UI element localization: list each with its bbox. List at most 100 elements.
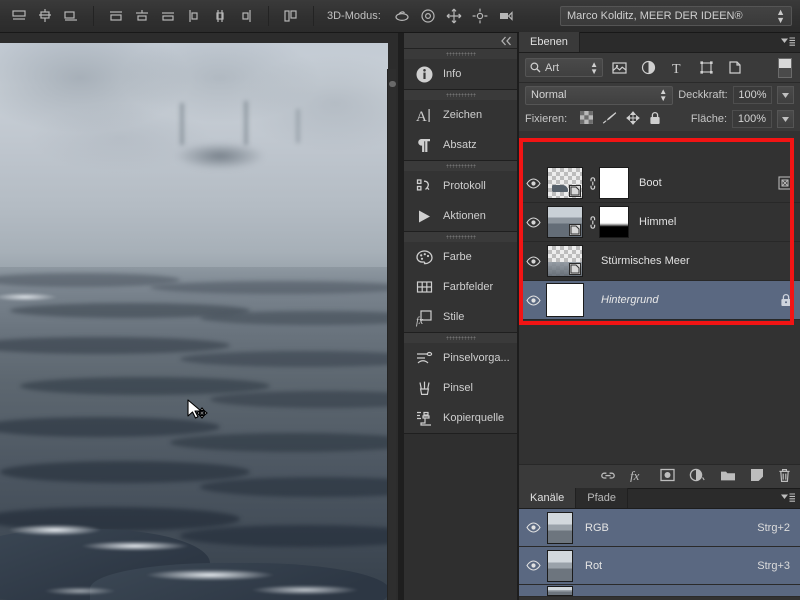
distribute-right-icon[interactable]	[233, 4, 259, 28]
layer-name: Boot	[639, 177, 662, 189]
smart-object-icon[interactable]	[722, 57, 748, 79]
fx-icon[interactable]: fx	[630, 468, 646, 485]
dock-grip[interactable]	[404, 333, 517, 343]
mask-link-icon[interactable]	[583, 215, 599, 229]
document-canvas[interactable]	[0, 33, 398, 600]
channel-thumbnail[interactable]	[547, 585, 573, 596]
table-row[interactable]: Boot	[519, 164, 800, 203]
align-top-icon[interactable]	[6, 4, 32, 28]
toolbar-separator-3	[313, 6, 314, 26]
table-row[interactable]: Hintergrund	[519, 281, 800, 320]
blend-mode-select[interactable]: Normal ▲ ▼	[525, 85, 674, 105]
dock-grip[interactable]	[404, 90, 517, 100]
dock-item-protokoll[interactable]: Protokoll	[404, 171, 517, 201]
dock-item-farbe[interactable]: Farbe	[404, 242, 517, 272]
fill-input[interactable]: 100%	[732, 110, 772, 128]
layer-visibility-toggle[interactable]	[519, 177, 547, 189]
fill-dropdown-button[interactable]	[777, 110, 794, 128]
tab-pfade[interactable]: Pfade	[576, 488, 629, 508]
align-vcenter-icon[interactable]	[32, 4, 58, 28]
pan-3d-icon[interactable]	[441, 4, 467, 28]
list-item[interactable]: Rot Strg+3	[519, 547, 800, 585]
channel-thumbnail[interactable]	[547, 511, 573, 544]
tab-kanaele[interactable]: Kanäle	[519, 488, 577, 508]
lock-icon[interactable]	[649, 111, 661, 128]
smart-filter-icon[interactable]	[778, 176, 792, 190]
layer-mask-thumbnail[interactable]	[599, 206, 629, 238]
list-item[interactable]: RGB Strg+2	[519, 509, 800, 547]
link-icon[interactable]	[600, 469, 616, 485]
filter-kind-select[interactable]: Art ▲ ▼	[525, 58, 603, 77]
info-icon	[413, 63, 435, 85]
trash-icon[interactable]	[778, 468, 791, 486]
layer-mask-thumbnail[interactable]	[599, 167, 629, 199]
checkerboard-icon[interactable]	[580, 111, 594, 127]
dock-group-info: Info	[404, 49, 517, 90]
dock-label: Farbe	[443, 251, 472, 263]
move-arrows-icon[interactable]	[626, 110, 641, 128]
rotate-3d-icon[interactable]	[389, 4, 415, 28]
distribute-left-icon[interactable]	[181, 4, 207, 28]
dock-grip[interactable]	[404, 232, 517, 242]
list-item-partial[interactable]	[519, 585, 800, 597]
layers-panel: Ebenen Art ▲ ▼ T Normal ▲ ▼ Deckkraft: 1…	[518, 32, 800, 499]
text-t-icon[interactable]: T	[664, 57, 690, 79]
camera-3d-icon[interactable]	[493, 4, 519, 28]
channel-visibility-toggle[interactable]	[519, 560, 547, 571]
channel-name: RGB	[585, 521, 609, 534]
dock-group-type: A Zeichen Absatz	[404, 90, 517, 161]
slide-3d-icon[interactable]	[467, 4, 493, 28]
channel-name: Rot	[585, 559, 603, 572]
channel-thumbnail[interactable]	[547, 549, 573, 582]
shape-icon[interactable]	[693, 57, 719, 79]
dock-item-pinselvorgaben[interactable]: Pinselvorga...	[404, 343, 517, 373]
workspace-preset-select[interactable]: Marco Kolditz, MEER DER IDEEN® ▲ ▼	[560, 6, 792, 26]
panel-menu-icon[interactable]	[781, 493, 795, 507]
layer-thumbnail[interactable]	[547, 167, 583, 199]
canvas-vertical-scrollbar[interactable]	[387, 69, 396, 600]
dock-item-kopierquelle[interactable]: Kopierquelle	[404, 403, 517, 433]
channel-visibility-toggle[interactable]	[519, 522, 547, 533]
panel-menu-icon[interactable]	[781, 37, 795, 51]
layer-thumbnail[interactable]	[546, 283, 584, 317]
opacity-input[interactable]: 100%	[732, 86, 773, 104]
layer-visibility-toggle[interactable]	[519, 216, 547, 228]
dock-item-aktionen[interactable]: Aktionen	[404, 201, 517, 231]
align-bottom-icon[interactable]	[58, 4, 84, 28]
dock-item-farbfelder[interactable]: Farbfelder	[404, 272, 517, 302]
new-layer-icon[interactable]	[750, 468, 764, 485]
mask-icon[interactable]	[660, 468, 675, 485]
layer-thumbnail[interactable]	[547, 206, 583, 238]
roll-3d-icon[interactable]	[415, 4, 441, 28]
image-icon[interactable]	[606, 57, 632, 79]
align-left-icon[interactable]	[103, 4, 129, 28]
dock-item-info[interactable]: Info	[404, 59, 517, 89]
table-row[interactable]: Stürmisches Meer	[519, 242, 800, 281]
distribute-center-icon[interactable]	[207, 4, 233, 28]
align-right-icon[interactable]	[155, 4, 181, 28]
scrollbar-thumb[interactable]	[389, 81, 396, 87]
adjustment-circle-icon[interactable]	[635, 57, 661, 79]
layer-visibility-toggle[interactable]	[519, 255, 547, 267]
mask-link-icon[interactable]	[583, 176, 599, 190]
layer-visibility-toggle[interactable]	[519, 294, 547, 306]
dock-grip[interactable]	[404, 161, 517, 171]
opacity-dropdown-button[interactable]	[777, 86, 794, 104]
paragraph-icon	[413, 134, 435, 156]
auto-align-icon[interactable]	[278, 4, 304, 28]
table-row[interactable]: Himmel	[519, 203, 800, 242]
chevron-down-icon	[782, 116, 789, 122]
dock-grip[interactable]	[404, 49, 517, 59]
dock-item-zeichen[interactable]: A Zeichen	[404, 100, 517, 130]
dock-collapse-bar[interactable]	[404, 33, 517, 49]
dock-item-absatz[interactable]: Absatz	[404, 130, 517, 160]
folder-icon[interactable]	[720, 469, 736, 485]
layer-thumbnail[interactable]	[547, 245, 583, 277]
brush-lock-icon[interactable]	[602, 111, 617, 127]
dock-item-pinsel[interactable]: Pinsel	[404, 373, 517, 403]
half-circle-icon[interactable]	[689, 468, 706, 485]
tab-ebenen[interactable]: Ebenen	[519, 32, 580, 52]
align-hcenter-icon[interactable]	[129, 4, 155, 28]
filter-enable-toggle[interactable]	[778, 57, 792, 78]
dock-item-stile[interactable]: fx Stile	[404, 302, 517, 332]
